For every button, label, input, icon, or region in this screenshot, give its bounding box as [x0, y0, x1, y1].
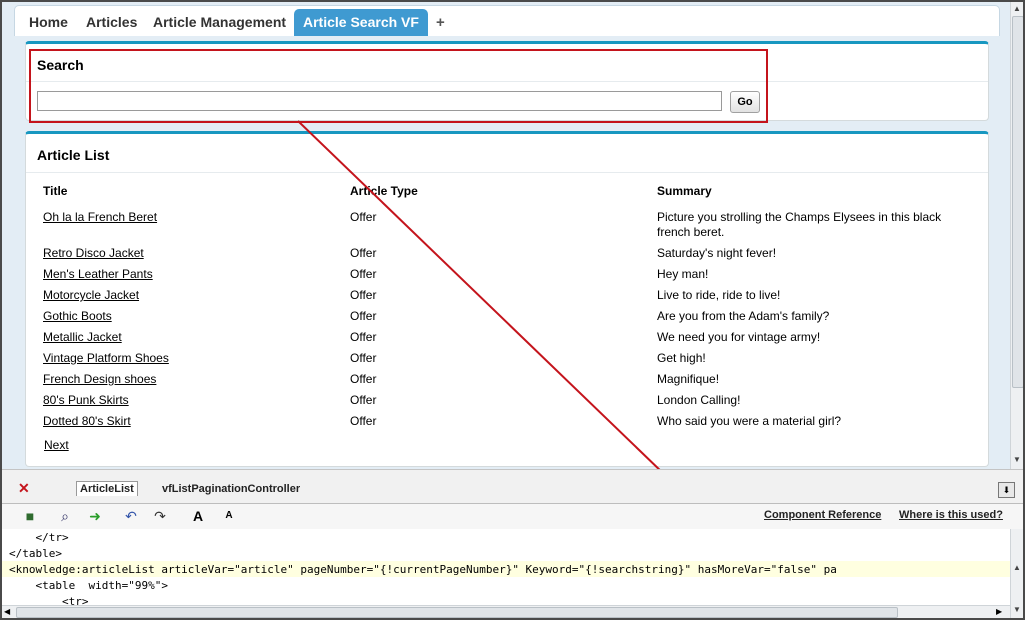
app-window: Home Articles Article Management Article… — [0, 0, 1025, 620]
save-icon[interactable]: ■ — [22, 508, 38, 524]
editor-horizontal-scrollbar[interactable]: ◀ ▶ — [2, 605, 1010, 618]
editor-vertical-scrollbar[interactable]: ▲ ▼ — [1010, 529, 1023, 618]
tab-vflistpaginationcontroller[interactable]: vfListPaginationController — [162, 483, 300, 495]
download-icon[interactable]: ⬇ — [998, 482, 1015, 498]
component-reference-link[interactable]: Component Reference — [764, 509, 881, 521]
search-icon[interactable]: ⌕ — [57, 508, 73, 524]
editor-toolbar: ■ ⌕ ➜ ↶ ↷ A A Component Reference Where … — [2, 503, 1023, 530]
increase-font-icon[interactable]: A — [190, 508, 206, 524]
where-used-link[interactable]: Where is this used? — [899, 509, 1003, 521]
decrease-font-icon[interactable]: A — [221, 508, 237, 524]
dev-tabs-bar: ✕ ArticleList vfListPaginationController… — [2, 469, 1023, 504]
scroll-up-arrow-icon[interactable]: ▲ — [1012, 562, 1022, 574]
code-line: <tr> — [9, 595, 89, 605]
scroll-left-arrow-icon[interactable]: ◀ — [4, 606, 10, 618]
undo-icon[interactable]: ↶ — [123, 508, 139, 524]
scroll-down-arrow-icon[interactable]: ▼ — [1012, 604, 1022, 616]
code-line: <knowledge:articleList articleVar="artic… — [9, 563, 837, 576]
code-line: <table width="99%"> — [9, 579, 168, 592]
code-line: </tr> — [9, 531, 69, 544]
redo-icon[interactable]: ↷ — [152, 508, 168, 524]
go-to-line-icon[interactable]: ➜ — [87, 508, 103, 524]
scrollbar-thumb[interactable] — [16, 607, 898, 618]
scroll-right-arrow-icon[interactable]: ▶ — [996, 606, 1002, 618]
tab-articlelist[interactable]: ArticleList — [76, 481, 138, 496]
code-editor[interactable]: </tr> </table> <knowledge:articleList ar… — [2, 529, 1010, 605]
code-line: </table> — [9, 547, 62, 560]
close-icon[interactable]: ✕ — [18, 480, 30, 497]
